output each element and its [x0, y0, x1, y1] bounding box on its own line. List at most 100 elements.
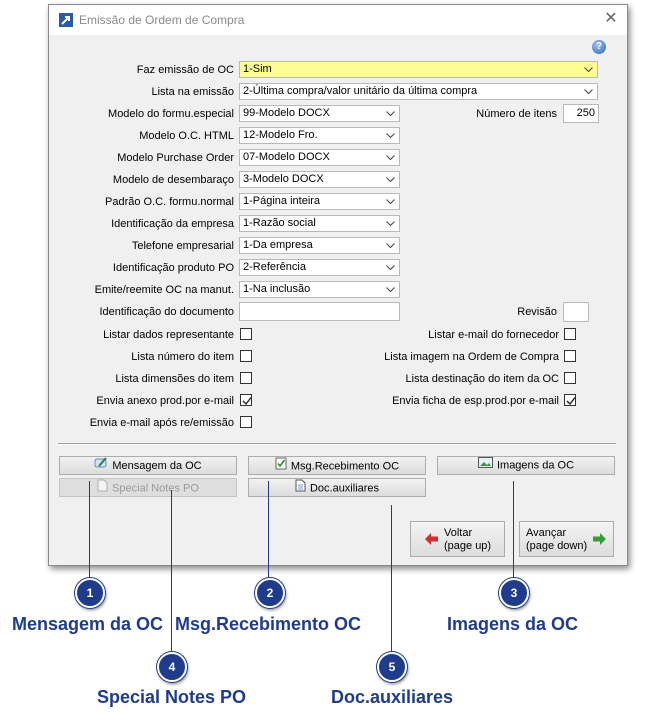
- revisao-label: Revisão: [517, 306, 557, 318]
- voltar-button[interactable]: Voltar (page up): [410, 521, 505, 557]
- callout-caption-1: Mensagem da OC: [12, 614, 164, 634]
- image-icon: [477, 457, 493, 474]
- chevron-down-icon: [382, 238, 399, 253]
- ident-empresa-select[interactable]: 1-Razão social: [239, 215, 400, 232]
- lista-imagem-checkbox[interactable]: [564, 350, 576, 362]
- msg-recebimento-button[interactable]: Msg.Recebimento OC: [248, 456, 426, 475]
- lista-dimensoes-label: Lista dimensões do item: [115, 373, 234, 385]
- arrow-left-icon: [425, 533, 439, 548]
- lista-destinacao-label: Lista destinação do item da OC: [405, 373, 559, 385]
- avancar-shortcut: (page down): [526, 540, 588, 552]
- faz-emissao-select[interactable]: 1-Sim: [239, 61, 598, 78]
- mensagem-oc-button[interactable]: Mensagem da OC: [59, 456, 237, 475]
- envia-anexo-checkbox[interactable]: [240, 394, 252, 406]
- lista-imagem-label: Lista imagem na Ordem de Compra: [384, 351, 559, 363]
- lista-destinacao-checkbox[interactable]: [564, 372, 576, 384]
- modelo-purchase-label: Modelo Purchase Order: [117, 152, 234, 164]
- dialog-window: Emissão de Ordem de Compra ✕ ? Faz emiss…: [48, 4, 628, 566]
- ident-produto-select[interactable]: 2-Referência: [239, 259, 400, 276]
- callout-line-3: [513, 481, 514, 579]
- chevron-down-icon: [382, 194, 399, 209]
- edit-message-icon: [94, 457, 108, 475]
- modelo-formu-value: 99-Modelo DOCX: [243, 107, 330, 119]
- envia-email-apos-label: Envia e-mail após re/emissão: [89, 417, 234, 429]
- checkmark-icon: [242, 397, 252, 406]
- chevron-down-icon: [382, 216, 399, 231]
- lista-numero-item-label: Lista número do item: [131, 351, 234, 363]
- numero-itens-input[interactable]: 250: [563, 104, 599, 123]
- lista-dimensoes-checkbox[interactable]: [240, 372, 252, 384]
- callout-line-1: [89, 481, 90, 579]
- separator: [58, 443, 616, 445]
- voltar-shortcut: (page up): [444, 540, 492, 552]
- chevron-down-icon: [382, 150, 399, 165]
- modelo-purchase-value: 07-Modelo DOCX: [243, 151, 330, 163]
- special-notes-button[interactable]: Special Notes PO: [59, 478, 237, 497]
- chevron-down-icon: [382, 106, 399, 121]
- telefone-select[interactable]: 1-Da empresa: [239, 237, 400, 254]
- listar-representante-label: Listar dados representante: [103, 329, 234, 341]
- envia-ficha-checkbox[interactable]: [564, 394, 576, 406]
- revisao-input[interactable]: [563, 302, 589, 322]
- modelo-oc-html-label: Modelo O.C. HTML: [139, 130, 234, 142]
- chevron-down-icon: [580, 84, 597, 99]
- lista-numero-item-checkbox[interactable]: [240, 350, 252, 362]
- callout-caption-5: Doc.auxiliares: [331, 687, 454, 707]
- listar-representante-checkbox[interactable]: [240, 328, 252, 340]
- voltar-label: Voltar: [444, 527, 473, 539]
- chevron-down-icon: [382, 260, 399, 275]
- envia-ficha-label: Envia ficha de esp.prod.por e-mail: [392, 395, 559, 407]
- chevron-down-icon: [580, 62, 597, 77]
- imagens-oc-label: Imagens da OC: [496, 459, 575, 472]
- emite-reemite-select[interactable]: 1-Na inclusão: [239, 281, 400, 298]
- checked-doc-icon: [275, 457, 287, 476]
- ident-produto-label: Identificação produto PO: [112, 262, 234, 274]
- app-icon: [59, 13, 73, 27]
- callout-badge-5: 5: [377, 652, 407, 682]
- lista-emissao-label: Lista na emissão: [151, 86, 234, 98]
- faz-emissao-value: 1-Sim: [243, 63, 272, 75]
- close-icon[interactable]: ✕: [601, 9, 621, 29]
- envia-email-apos-checkbox[interactable]: [240, 416, 252, 428]
- modelo-desembaraco-label: Modelo de desembaraço: [112, 174, 234, 186]
- modelo-desembaraco-select[interactable]: 3-Modelo DOCX: [239, 171, 400, 188]
- emite-reemite-value: 1-Na inclusão: [243, 283, 311, 295]
- ident-documento-input[interactable]: [239, 302, 400, 321]
- callout-line-5: [391, 505, 392, 654]
- ident-empresa-value: 1-Razão social: [243, 217, 316, 229]
- telefone-label: Telefone empresarial: [131, 240, 234, 252]
- imagens-oc-button[interactable]: Imagens da OC: [437, 456, 615, 475]
- padrao-oc-select[interactable]: 1-Página inteira: [239, 193, 400, 210]
- callout-caption-2: Msg.Recebimento OC: [175, 614, 362, 634]
- callout-line-4: [171, 490, 172, 653]
- callout-badge-1: 1: [75, 578, 105, 608]
- padrao-oc-label: Padrão O.C. formu.normal: [105, 196, 234, 208]
- emite-reemite-label: Emite/reemite OC na manut.: [94, 284, 234, 296]
- avancar-button[interactable]: Avançar (page down): [519, 521, 614, 557]
- lista-emissao-value: 2-Última compra/valor unitário da última…: [243, 85, 478, 97]
- doc-auxiliares-label: Doc.auxiliares: [309, 482, 380, 495]
- telefone-value: 1-Da empresa: [243, 239, 313, 251]
- numero-itens-value: 250: [576, 107, 595, 119]
- callout-line-2: [268, 481, 269, 579]
- modelo-formu-select[interactable]: 99-Modelo DOCX: [239, 105, 400, 122]
- listar-email-fornecedor-checkbox[interactable]: [564, 328, 576, 340]
- ident-empresa-label: Identificação da empresa: [111, 218, 234, 230]
- msg-recebimento-label: Msg.Recebimento OC: [290, 460, 400, 473]
- callout-badge-4: 4: [157, 652, 187, 682]
- callout-badge-2: 2: [255, 578, 285, 608]
- modelo-formu-label: Modelo do formu.especial: [108, 108, 234, 120]
- callout-badge-3: 3: [499, 578, 529, 608]
- faz-emissao-label: Faz emissão de OC: [136, 64, 234, 76]
- modelo-purchase-select[interactable]: 07-Modelo DOCX: [239, 149, 400, 166]
- envia-anexo-label: Envia anexo prod.por e-mail: [96, 395, 234, 407]
- title-bar[interactable]: Emissão de Ordem de Compra ✕: [49, 5, 627, 35]
- help-icon[interactable]: ?: [592, 40, 606, 54]
- lista-emissao-select[interactable]: 2-Última compra/valor unitário da última…: [239, 83, 598, 100]
- doc-auxiliares-button[interactable]: Doc.auxiliares: [248, 478, 426, 497]
- window-title: Emissão de Ordem de Compra: [79, 13, 245, 27]
- ident-produto-value: 2-Referência: [243, 261, 306, 273]
- mensagem-oc-label: Mensagem da OC: [112, 459, 202, 472]
- modelo-oc-html-select[interactable]: 12-Modelo Fro.: [239, 127, 400, 144]
- avancar-label: Avançar: [526, 527, 567, 539]
